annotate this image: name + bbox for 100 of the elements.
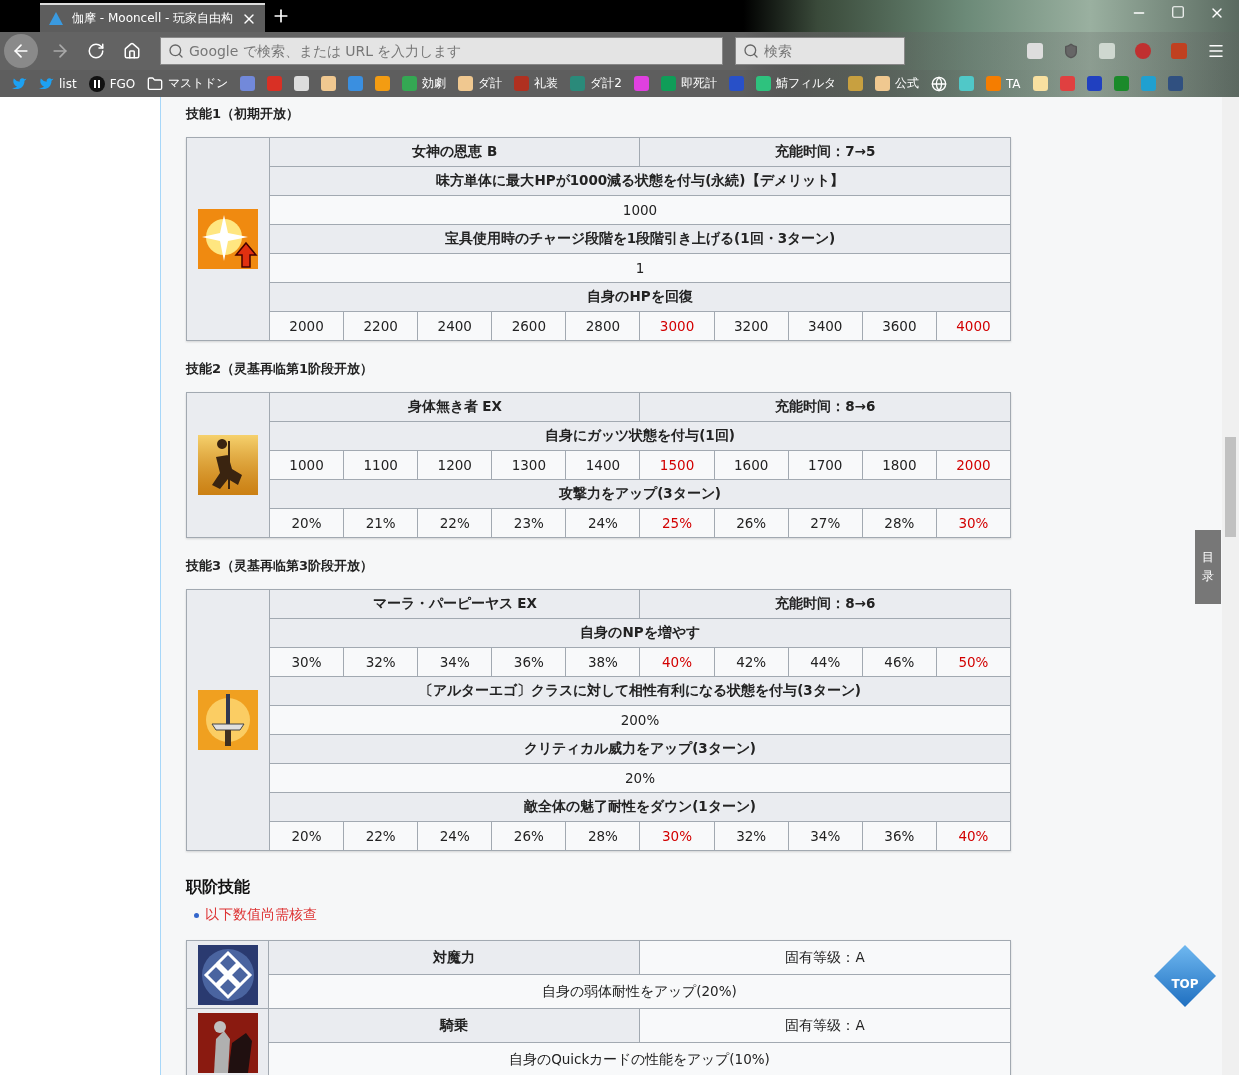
- value-cell: 1100: [344, 451, 418, 479]
- value-cell: 1500: [640, 451, 714, 479]
- value-cell: 24%: [418, 822, 492, 850]
- extension-icon[interactable]: [1099, 43, 1115, 59]
- bird-icon: [12, 76, 27, 91]
- extension-icon[interactable]: [1027, 43, 1043, 59]
- value-cell: 2000: [270, 312, 344, 340]
- bookmark-icon[interactable]: [348, 76, 364, 91]
- diamond-pattern-icon: [197, 944, 258, 1005]
- value-cell: 3200: [714, 312, 788, 340]
- skill-name: 対魔力: [269, 941, 639, 974]
- scroll-thumb[interactable]: [1225, 437, 1236, 537]
- address-field[interactable]: Google で検索、または URL を入力します: [160, 37, 723, 65]
- cooldown-cell: 充能时间：8→6: [640, 393, 1010, 421]
- search-icon: [743, 43, 759, 59]
- globe-icon: [930, 75, 947, 92]
- value-cell: 34%: [418, 648, 492, 676]
- bookmark-icon[interactable]: [958, 76, 974, 91]
- skill-heading: 技能1（初期开放）: [186, 105, 300, 123]
- value-cell: 42%: [714, 648, 788, 676]
- back-to-top-button[interactable]: TOP: [1154, 945, 1216, 1007]
- sparkle-icon: [198, 209, 258, 269]
- value-cell: 1600: [714, 451, 788, 479]
- value-cell: 22%: [344, 822, 418, 850]
- cooldown-cell: 充能时间：8→6: [640, 590, 1010, 618]
- rider-icon: [197, 1012, 258, 1073]
- value-cell: 36%: [862, 822, 936, 850]
- value-cell: 25%: [640, 509, 714, 537]
- bookmark-icon[interactable]: [847, 76, 863, 91]
- menu-icon[interactable]: [1207, 42, 1225, 60]
- effect-cell: 〔アルターエゴ〕クラスに対して相性有利になる状態を付与(3ターン): [270, 677, 1010, 705]
- cooldown-cell: 充能时间：7→5: [640, 138, 1010, 166]
- skill-name: 女神の恩恵 B: [270, 138, 640, 166]
- effect-cell: 自身の弱体耐性をアップ(20%): [269, 975, 1010, 1008]
- rank-cell: 固有等级：A: [640, 1009, 1010, 1042]
- maximize-icon[interactable]: [1171, 5, 1185, 19]
- value-cell: 34%: [788, 822, 862, 850]
- rank-cell: 固有等级：A: [640, 941, 1010, 974]
- bookmark-icon[interactable]: [294, 76, 310, 91]
- value-cell: 30%: [640, 822, 714, 850]
- back-button[interactable]: [4, 34, 38, 68]
- browser-tab[interactable]: 伽摩 - Mooncell - 玩家自由构: [40, 3, 266, 32]
- value-cell: 1000: [270, 196, 1010, 224]
- bookmark-icon[interactable]: [321, 76, 337, 91]
- skill-name: 騎乗: [269, 1009, 639, 1042]
- value-cell: 1800: [862, 451, 936, 479]
- bookmark[interactable]: 公式: [874, 75, 919, 92]
- bookmark[interactable]: マストドン: [147, 75, 229, 92]
- value-cell: 46%: [862, 648, 936, 676]
- value-cell: 40%: [640, 648, 714, 676]
- bookmark-icon[interactable]: [375, 76, 391, 91]
- bookmark-icon[interactable]: [1032, 76, 1048, 91]
- value-cell: 1700: [788, 451, 862, 479]
- value-cell: 2200: [344, 312, 418, 340]
- effect-cell: 敵全体の魅了耐性をダウン(1ターン): [270, 793, 1010, 821]
- value-cell: 38%: [566, 648, 640, 676]
- sword-icon: [198, 690, 258, 750]
- value-cell: 22%: [418, 509, 492, 537]
- value-cell: 4000: [936, 312, 1010, 340]
- value-cell: 32%: [714, 822, 788, 850]
- value-cell: 26%: [492, 822, 566, 850]
- value-cell: 1200: [418, 451, 492, 479]
- bookmark[interactable]: ダ計: [458, 75, 503, 92]
- value-cell: 20%: [270, 764, 1010, 792]
- extension-icon[interactable]: [1135, 43, 1151, 59]
- skill-heading: 技能3（灵基再临第3阶段开放）: [186, 557, 374, 575]
- value-cell: 23%: [492, 509, 566, 537]
- value-cell: 3600: [862, 312, 936, 340]
- kneeling-figure-icon: [198, 435, 258, 495]
- value-cell: 1000: [270, 451, 344, 479]
- bookmark[interactable]: TA: [985, 76, 1021, 91]
- home-icon: [123, 42, 141, 60]
- bookmark[interactable]: ダ計2: [570, 75, 622, 92]
- bookmark-icon[interactable]: [1167, 76, 1183, 91]
- bookmark[interactable]: list: [39, 76, 77, 91]
- bookmark-icon[interactable]: [1086, 76, 1102, 91]
- bullet-icon: [194, 912, 199, 918]
- skill-name: マーラ・パーピーヤス EX: [270, 590, 640, 618]
- value-cell: 50%: [936, 648, 1010, 676]
- search-icon: [168, 43, 184, 59]
- bookmark[interactable]: FGO: [88, 75, 136, 92]
- effect-cell: 味方単体に最大HPが1000減る状態を付与(永続)【デメリット】: [270, 167, 1010, 195]
- effect-cell: 自身のNPを増やす: [270, 619, 1010, 647]
- shield-icon[interactable]: [1063, 43, 1079, 59]
- table-of-contents-tab[interactable]: 目录: [1195, 530, 1221, 604]
- folder-icon: [147, 75, 164, 92]
- value-cell: 2600: [492, 312, 566, 340]
- reload-icon: [87, 42, 105, 60]
- value-cell: 20%: [270, 509, 344, 537]
- bookmark[interactable]: 効劇: [402, 75, 447, 92]
- search-field[interactable]: 検索: [735, 37, 905, 65]
- value-cell: 1400: [566, 451, 640, 479]
- value-cell: 2000: [936, 451, 1010, 479]
- skill-heading: 技能2（灵基再临第1阶段开放）: [186, 360, 374, 378]
- bookmark[interactable]: 礼装: [514, 75, 559, 92]
- bookmark-icon[interactable]: [240, 76, 256, 91]
- bookmark[interactable]: 鯖フィルタ: [755, 75, 836, 92]
- effect-cell: 攻撃力をアップ(3ターン): [270, 480, 1010, 508]
- bookmark[interactable]: 即死計: [660, 75, 717, 92]
- scrollbar[interactable]: [1222, 97, 1239, 1075]
